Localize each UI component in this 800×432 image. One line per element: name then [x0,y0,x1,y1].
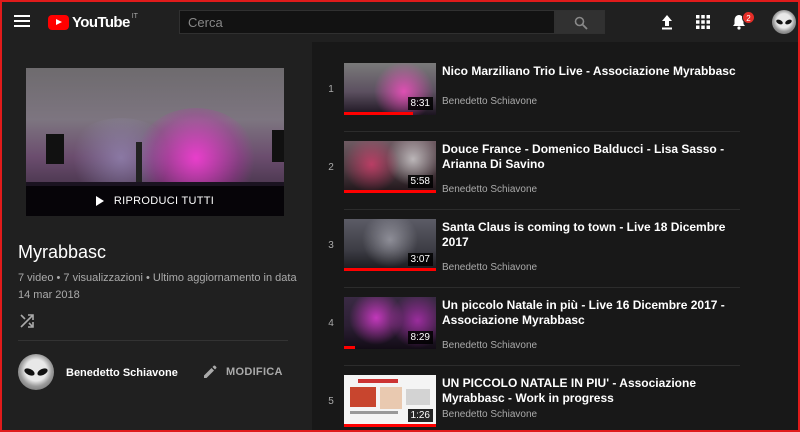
apps-grid-icon[interactable] [694,13,712,31]
video-channel[interactable]: Benedetto Schiavone [442,262,537,273]
top-bar: YouTube IT 2 [2,2,798,42]
playlist-title: Myrabbasc [18,242,107,262]
playlist-sidebar: RIPRODUCI TUTTI Myrabbasc 7 video • 7 vi… [2,42,312,430]
video-duration: 3:07 [407,253,433,266]
search-button[interactable] [555,10,605,34]
pencil-icon [204,365,217,378]
video-index: 3 [328,240,334,251]
playlist-meta: 7 video • 7 visualizzazioni • Ultimo agg… [18,272,297,301]
video-list: 1 8:31 Nico Marziliano Trio Live - Assoc… [312,42,798,430]
video-title[interactable]: Un piccolo Natale in più - Live 16 Dicem… [442,298,738,328]
shuffle-icon[interactable] [18,312,36,330]
watch-progress [344,424,436,427]
video-row[interactable]: 2 5:58 Douce France - Domenico Balducci … [312,132,742,210]
video-title[interactable]: UN PICCOLO NATALE IN PIU' - Associazione… [442,376,738,406]
watch-progress [344,190,436,193]
playlist-hero-thumbnail[interactable]: RIPRODUCI TUTTI [26,68,284,216]
video-index: 2 [328,162,334,173]
owner-name[interactable]: Benedetto Schiavone [66,367,178,379]
youtube-play-icon [48,14,69,30]
account-avatar[interactable] [772,10,796,34]
video-channel[interactable]: Benedetto Schiavone [442,340,537,351]
video-title[interactable]: Santa Claus is coming to town - Live 18 … [442,220,738,250]
video-thumbnail[interactable]: 8:29 [344,297,436,349]
video-title[interactable]: Douce France - Domenico Balducci - Lisa … [442,142,738,172]
video-row[interactable]: 3 3:07 Santa Claus is coming to town - L… [312,210,742,288]
video-thumbnail[interactable]: 8:31 [344,63,436,115]
upload-icon[interactable] [658,13,676,31]
video-title[interactable]: Nico Marziliano Trio Live - Associazione… [442,64,738,79]
divider [18,340,288,341]
search-icon [574,16,588,30]
watch-progress [344,346,356,349]
country-code: IT [131,12,138,20]
video-channel[interactable]: Benedetto Schiavone [442,409,537,420]
watch-progress [344,112,413,115]
video-row[interactable]: 1 8:31 Nico Marziliano Trio Live - Assoc… [312,54,742,132]
watch-progress [344,268,436,271]
video-index: 1 [328,84,334,95]
video-duration: 5:58 [407,175,433,188]
youtube-window: YouTube IT 2 [0,0,800,432]
play-all-label: RIPRODUCI TUTTI [113,195,215,207]
play-all-button[interactable]: RIPRODUCI TUTTI [26,186,284,216]
video-thumbnail[interactable]: 5:58 [344,141,436,193]
video-thumbnail[interactable]: 1:26 [344,375,436,427]
video-thumbnail[interactable]: 3:07 [344,219,436,271]
logo-text: YouTube [72,13,130,31]
edit-label: MODIFICA [226,366,283,378]
owner-avatar[interactable] [18,354,54,390]
video-index: 4 [328,318,334,329]
video-row[interactable]: 4 8:29 Un piccolo Natale in più - Live 1… [312,288,742,366]
video-index: 5 [328,396,334,407]
menu-icon[interactable] [12,12,32,32]
search-input[interactable] [179,10,555,34]
video-duration: 8:29 [407,331,433,344]
notification-badge: 2 [742,11,755,24]
video-duration: 8:31 [407,97,433,110]
youtube-logo[interactable]: YouTube IT [48,13,138,31]
video-channel[interactable]: Benedetto Schiavone [442,184,537,195]
video-duration: 1:26 [407,409,433,422]
play-icon [95,196,104,206]
video-row[interactable]: 5 1:26 UN PICCOLO NATALE IN PIU' - Assoc… [312,366,742,430]
edit-button[interactable]: MODIFICA [202,364,283,380]
video-channel[interactable]: Benedetto Schiavone [442,96,537,107]
